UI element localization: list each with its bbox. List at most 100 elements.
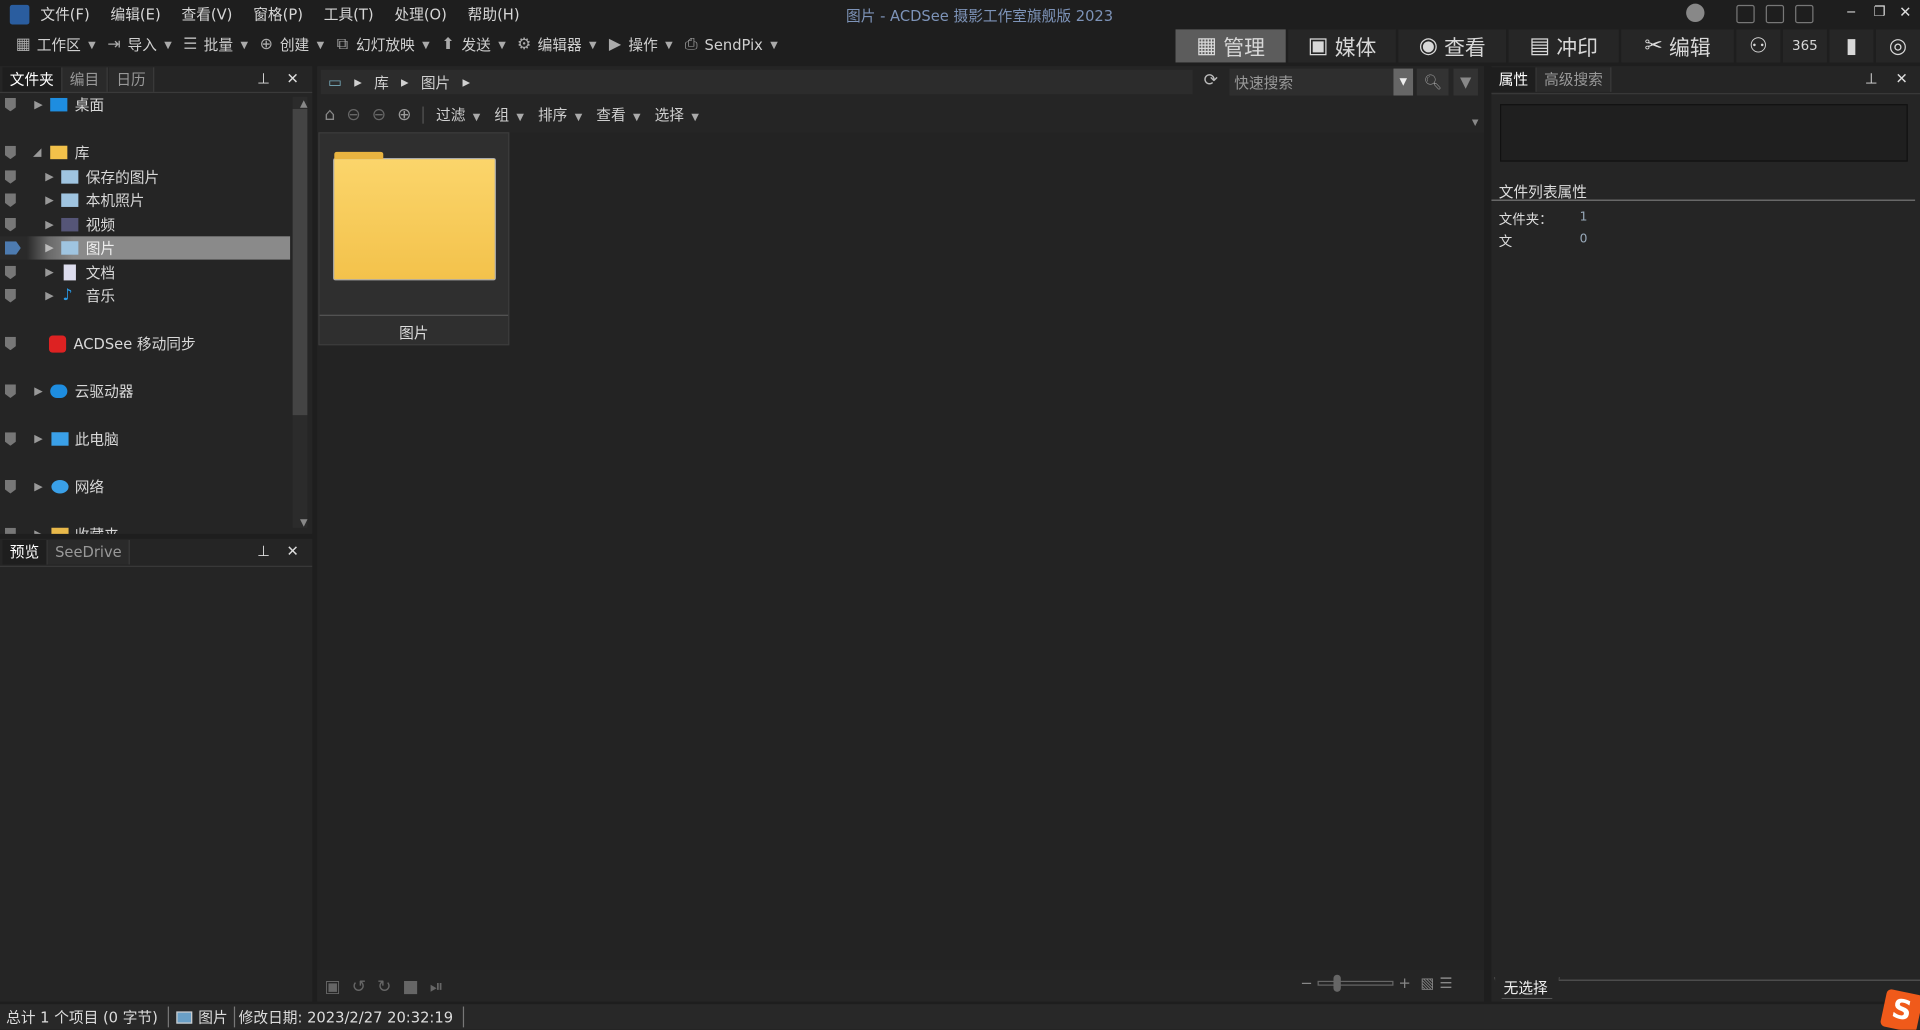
editor-button[interactable]: ⚙ 编辑器 ▼ [516, 34, 597, 55]
tree-item-this-pc[interactable]: ▶ 此电脑 [0, 427, 290, 450]
tree-item-acdsee-mobile-sync[interactable]: ACDSee 移动同步 [0, 332, 290, 355]
zoom-in-button[interactable]: + [1398, 975, 1410, 992]
mode-develop[interactable]: ▤ 冲印 [1508, 29, 1619, 63]
list-view-icon[interactable]: ☰ [1439, 975, 1452, 992]
folder-tree: ▶ 桌面 ◢ 库 ▶ 保存的图片 ▶ 本机照片 ▶ 视频 ▶ 图片 ▶ 文档 ▶ ♪ 音乐 ACD… [0, 96, 291, 534]
tree-item-favorites[interactable]: ▶收藏夹 [0, 523, 290, 534]
item-name: 图片 [399, 324, 429, 342]
tree-item-cloud-drives[interactable]: ▶ 云驱动器 [0, 380, 290, 403]
breadcrumb-library[interactable]: 库 [374, 72, 389, 93]
account-icon[interactable] [1686, 3, 1705, 23]
sort-menu[interactable]: 排序 ▼ [538, 104, 582, 125]
tab-preview[interactable]: 预览 [2, 540, 48, 565]
tree-item-music[interactable]: ▶ ♪ 音乐 [0, 284, 290, 307]
slideshow-button[interactable]: ⧉ 幻灯放映 ▼ [334, 34, 430, 55]
mode-edit[interactable]: ✂ 编辑 [1621, 29, 1734, 63]
layout-bottom-icon[interactable] [1765, 4, 1785, 24]
thumbnail-view-icon[interactable]: ▧ [1421, 975, 1435, 992]
actions-button[interactable]: ▶ 操作 ▼ [606, 34, 673, 55]
search-dropdown[interactable]: ▼ [1393, 68, 1414, 96]
image-info-icon[interactable]: ▣ [324, 977, 340, 997]
forward-icon[interactable]: ⊖ [372, 105, 386, 125]
import-button[interactable]: ⇥ 导入 ▼ [106, 34, 171, 55]
menu-view[interactable]: 查看(V) [182, 4, 233, 25]
menu-pane[interactable]: 窗格(P) [253, 4, 303, 25]
mode-media[interactable]: ▣ 媒体 [1288, 29, 1396, 63]
scroll-up-arrow[interactable]: ▲ [300, 98, 308, 109]
compare-icon[interactable]: ■ [402, 977, 418, 997]
menu-process[interactable]: 处理(O) [394, 4, 446, 25]
prop-value-folders: 1 [1579, 210, 1588, 225]
view-options-arrow[interactable]: ▼ [1472, 118, 1479, 128]
ime-logo-icon[interactable]: S [1879, 988, 1920, 1030]
tree-item-documents[interactable]: ▶ 文档 [0, 261, 290, 284]
create-button[interactable]: ⊕ 创建 ▼ [258, 34, 324, 55]
app-logo-icon [9, 4, 30, 25]
menu-file[interactable]: 文件(F) [40, 4, 89, 25]
library-icon [50, 145, 68, 160]
close-panel-button[interactable]: ✕ [1896, 70, 1908, 87]
pin-icon[interactable]: ⊥ [257, 70, 270, 87]
tab-advanced-search[interactable]: 高级搜索 [1536, 67, 1612, 92]
tab-catalog[interactable]: 编目 [62, 67, 108, 92]
view-menu[interactable]: 查看 ▼ [596, 104, 640, 125]
tab-no-selection[interactable]: 无选择 [1493, 977, 1561, 1000]
sendpix-button[interactable]: ⎙ SendPix ▼ [683, 36, 778, 54]
tree-item-videos[interactable]: ▶ 视频 [0, 213, 290, 236]
rotate-right-icon[interactable]: ↻ [377, 977, 391, 997]
layout-right-icon[interactable] [1795, 4, 1814, 24]
zoom-out-button[interactable]: − [1300, 975, 1312, 992]
ai-button[interactable]: ◎ [1875, 29, 1920, 63]
scroll-down-arrow[interactable]: ▼ [300, 517, 308, 528]
rotate-left-icon[interactable]: ↺ [352, 977, 366, 997]
tree-item-library[interactable]: ◢ 库 [0, 141, 290, 164]
people-icon: ⚇ [1749, 33, 1768, 59]
layout-left-icon[interactable] [1736, 4, 1755, 24]
refresh-icon[interactable]: ⟳ [1204, 71, 1218, 91]
tab-folders[interactable]: 文件夹 [2, 67, 63, 92]
tree-item-saved-pictures[interactable]: ▶ 保存的图片 [0, 165, 290, 188]
tab-properties[interactable]: 属性 [1491, 67, 1537, 92]
dashboard-button[interactable]: ▮ [1829, 29, 1874, 63]
mode-manage[interactable]: ▦ 管理 [1175, 29, 1286, 63]
menu-tools[interactable]: 工具(T) [324, 4, 374, 25]
tree-scrollbar[interactable] [292, 96, 308, 528]
filter-menu[interactable]: 过滤 ▼ [436, 104, 480, 125]
workspace-button[interactable]: ▦ 工作区 ▼ [15, 34, 96, 55]
tree-item-camera-roll[interactable]: ▶ 本机照片 [0, 189, 290, 212]
pin-icon[interactable]: ⊥ [1865, 70, 1878, 87]
properties-panel: 属性 高级搜索 ⊥ ✕ 文件列表属性 文件夹： 1 文 0 无选择 [1491, 66, 1920, 1002]
menu-edit[interactable]: 编辑(E) [111, 4, 161, 25]
up-icon[interactable]: ⊕ [397, 105, 411, 125]
search-icon[interactable]: 🔍︎ [1416, 68, 1449, 96]
batch-button[interactable]: ☰ 批量 ▼ [182, 34, 248, 55]
tab-calendar[interactable]: 日历 [108, 67, 155, 92]
thumbnail-size-slider[interactable] [1317, 974, 1394, 992]
back-icon[interactable]: ⊖ [346, 105, 360, 125]
acdsee-window: 文件(F) 编辑(E) 查看(V) 窗格(P) 工具(T) 处理(O) 帮助(H… [0, 0, 1920, 1030]
group-menu[interactable]: 组 ▼ [494, 104, 524, 125]
pin-icon[interactable]: ⊥ [257, 542, 270, 559]
close-panel-button[interactable]: ✕ [287, 542, 299, 559]
play-icon[interactable]: ⏯ [430, 977, 444, 997]
close-panel-button[interactable]: ✕ [287, 70, 299, 87]
home-icon[interactable]: ⌂ [324, 105, 335, 125]
tab-seedrive[interactable]: SeeDrive [47, 540, 131, 565]
restore-button[interactable]: ❐ [1873, 4, 1885, 20]
breadcrumb-pictures[interactable]: 图片 [421, 72, 450, 93]
minimize-button[interactable]: ‒ [1847, 2, 1856, 19]
menu-help[interactable]: 帮助(H) [468, 4, 520, 25]
mode-view[interactable]: ◉ 查看 [1398, 29, 1507, 63]
quick-search-input[interactable]: 快速搜索 [1229, 68, 1414, 96]
picture-library-icon [61, 193, 79, 207]
close-button[interactable]: ✕ [1899, 4, 1911, 21]
365-button[interactable]: 365 [1782, 29, 1827, 63]
send-button[interactable]: ⬆ 发送 ▼ [439, 34, 505, 55]
tree-item-pictures[interactable]: ▶ 图片 [0, 236, 291, 260]
people-mode-button[interactable]: ⚇ [1736, 29, 1781, 63]
filter-icon[interactable]: ▼ [1453, 68, 1478, 96]
tree-item-desktop[interactable]: ▶ 桌面 [0, 96, 290, 117]
select-menu[interactable]: 选择 ▼ [655, 104, 699, 125]
tree-item-network[interactable]: ▶ 网络 [0, 475, 290, 498]
folder-thumbnail[interactable]: 图片 [318, 132, 510, 346]
